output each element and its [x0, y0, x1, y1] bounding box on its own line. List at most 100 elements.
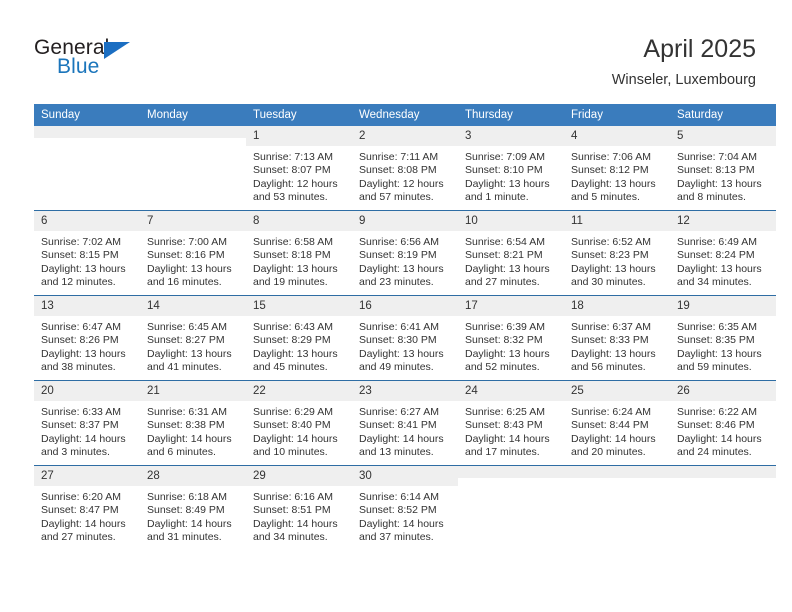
- daylight-text-line2: and 49 minutes.: [359, 361, 434, 374]
- day-details: Sunrise: 6:54 AM Sunset: 8:21 PM Daylight:…: [458, 231, 564, 290]
- sunrise-text: Sunrise: 7:00 AM: [147, 236, 227, 248]
- calendar-day-cell[interactable]: 9 Sunrise: 6:56 AM Sunset: 8:19 PM Daylight…: [352, 210, 458, 296]
- calendar-day-cell[interactable]: 12 Sunrise: 6:49 AM Sunset: 8:24 PM Dayligh…: [670, 210, 776, 296]
- calendar-day-cell[interactable]: 27 Sunrise: 6:20 AM Sunset: 8:47 PM Dayligh…: [34, 465, 140, 550]
- day-details: Sunrise: 6:29 AM Sunset: 8:40 PM Daylight:…: [246, 401, 352, 460]
- calendar-day-cell[interactable]: 4 Sunrise: 7:06 AM Sunset: 8:12 PM Daylight…: [564, 126, 670, 211]
- calendar-day-cell[interactable]: 20 Sunrise: 6:33 AM Sunset: 8:37 PM Dayligh…: [34, 380, 140, 466]
- day-details: Sunrise: 7:06 AM Sunset: 8:12 PM Daylight:…: [564, 146, 670, 205]
- daylight-text-line1: Daylight: 12 hours: [253, 177, 338, 190]
- day-details: Sunrise: 7:09 AM Sunset: 8:10 PM Daylight:…: [458, 146, 564, 205]
- calendar-day-cell[interactable]: 16 Sunrise: 6:41 AM Sunset: 8:30 PM Dayligh…: [352, 295, 458, 381]
- calendar-day-cell[interactable]: 28 Sunrise: 6:18 AM Sunset: 8:49 PM Dayligh…: [140, 465, 246, 550]
- daylight-text-line2: and 19 minutes.: [253, 276, 328, 289]
- daylight-text-line2: and 17 minutes.: [465, 446, 540, 459]
- calendar-body: 1 Sunrise: 7:13 AM Sunset: 8:07 PM Daylight…: [34, 126, 776, 550]
- daylight-text-line2: and 24 minutes.: [677, 446, 752, 459]
- calendar-day-cell[interactable]: 26 Sunrise: 6:22 AM Sunset: 8:46 PM Dayligh…: [670, 380, 776, 466]
- calendar-day-cell[interactable]: 30 Sunrise: 6:14 AM Sunset: 8:52 PM Dayligh…: [352, 465, 458, 550]
- calendar-day-cell[interactable]: 7 Sunrise: 7:00 AM Sunset: 8:16 PM Daylight…: [140, 210, 246, 296]
- sunset-text: Sunset: 8:23 PM: [571, 249, 649, 262]
- daylight-text-line2: and 1 minute.: [465, 191, 529, 204]
- day-number: [34, 126, 140, 138]
- daylight-text-line2: and 3 minutes.: [41, 446, 110, 459]
- sunrise-text: Sunrise: 6:22 AM: [677, 406, 757, 418]
- calendar-day-cell[interactable]: 21 Sunrise: 6:31 AM Sunset: 8:38 PM Dayligh…: [140, 380, 246, 466]
- sunset-text: Sunset: 8:21 PM: [465, 249, 543, 262]
- day-details: Sunrise: 6:14 AM Sunset: 8:52 PM Daylight:…: [352, 486, 458, 545]
- calendar-day-cell-empty: [670, 465, 776, 550]
- calendar-day-cell[interactable]: 14 Sunrise: 6:45 AM Sunset: 8:27 PM Dayligh…: [140, 295, 246, 381]
- sunrise-text: Sunrise: 6:33 AM: [41, 406, 121, 418]
- sunrise-text: Sunrise: 6:16 AM: [253, 491, 333, 503]
- daylight-text-line1: Daylight: 13 hours: [677, 347, 762, 360]
- sunrise-text: Sunrise: 7:04 AM: [677, 151, 757, 163]
- daylight-text-line1: Daylight: 14 hours: [147, 432, 232, 445]
- sunrise-text: Sunrise: 7:02 AM: [41, 236, 121, 248]
- daylight-text-line2: and 30 minutes.: [571, 276, 646, 289]
- day-details: Sunrise: 6:25 AM Sunset: 8:43 PM Daylight:…: [458, 401, 564, 460]
- day-details: Sunrise: 6:56 AM Sunset: 8:19 PM Daylight:…: [352, 231, 458, 290]
- day-number: 21: [140, 381, 246, 401]
- calendar-day-cell[interactable]: 8 Sunrise: 6:58 AM Sunset: 8:18 PM Daylight…: [246, 210, 352, 296]
- calendar-day-cell[interactable]: 10 Sunrise: 6:54 AM Sunset: 8:21 PM Dayligh…: [458, 210, 564, 296]
- calendar-day-cell[interactable]: 17 Sunrise: 6:39 AM Sunset: 8:32 PM Dayligh…: [458, 295, 564, 381]
- sunset-text: Sunset: 8:41 PM: [359, 419, 437, 432]
- calendar-day-cell[interactable]: 3 Sunrise: 7:09 AM Sunset: 8:10 PM Daylight…: [458, 126, 564, 211]
- sunrise-text: Sunrise: 6:18 AM: [147, 491, 227, 503]
- calendar-day-cell[interactable]: 29 Sunrise: 6:16 AM Sunset: 8:51 PM Dayligh…: [246, 465, 352, 550]
- calendar-day-cell[interactable]: 13 Sunrise: 6:47 AM Sunset: 8:26 PM Dayligh…: [34, 295, 140, 381]
- day-details: Sunrise: 6:31 AM Sunset: 8:38 PM Daylight:…: [140, 401, 246, 460]
- day-number: [458, 466, 564, 478]
- daylight-text-line1: Daylight: 13 hours: [571, 177, 656, 190]
- day-number: 9: [352, 211, 458, 231]
- general-blue-logo[interactable]: General Blue: [34, 36, 154, 84]
- day-details: Sunrise: 6:27 AM Sunset: 8:41 PM Daylight:…: [352, 401, 458, 460]
- calendar-day-cell[interactable]: 19 Sunrise: 6:35 AM Sunset: 8:35 PM Dayligh…: [670, 295, 776, 381]
- sunset-text: Sunset: 8:30 PM: [359, 334, 437, 347]
- calendar-week-row: 13 Sunrise: 6:47 AM Sunset: 8:26 PM Dayligh…: [34, 295, 776, 381]
- calendar-day-cell[interactable]: 6 Sunrise: 7:02 AM Sunset: 8:15 PM Daylight…: [34, 210, 140, 296]
- logo-text-blue: Blue: [57, 55, 100, 78]
- day-number: [140, 126, 246, 138]
- sunset-text: Sunset: 8:19 PM: [359, 249, 437, 262]
- sunset-text: Sunset: 8:18 PM: [253, 249, 331, 262]
- sunrise-text: Sunrise: 6:49 AM: [677, 236, 757, 248]
- calendar-day-cell[interactable]: 24 Sunrise: 6:25 AM Sunset: 8:43 PM Dayligh…: [458, 380, 564, 466]
- daylight-text-line1: Daylight: 14 hours: [359, 517, 444, 530]
- daylight-text-line1: Daylight: 14 hours: [41, 517, 126, 530]
- daylight-text-line1: Daylight: 13 hours: [359, 262, 444, 275]
- day-number: 23: [352, 381, 458, 401]
- daylight-text-line1: Daylight: 13 hours: [465, 347, 550, 360]
- calendar-day-cell[interactable]: 15 Sunrise: 6:43 AM Sunset: 8:29 PM Dayligh…: [246, 295, 352, 381]
- daylight-text-line2: and 27 minutes.: [465, 276, 540, 289]
- sunrise-text: Sunrise: 7:09 AM: [465, 151, 545, 163]
- calendar-day-cell[interactable]: 23 Sunrise: 6:27 AM Sunset: 8:41 PM Dayligh…: [352, 380, 458, 466]
- calendar-day-cell[interactable]: 2 Sunrise: 7:11 AM Sunset: 8:08 PM Daylight…: [352, 126, 458, 211]
- sunset-text: Sunset: 8:38 PM: [147, 419, 225, 432]
- daylight-text-line1: Daylight: 14 hours: [465, 432, 550, 445]
- daylight-text-line1: Daylight: 14 hours: [253, 517, 338, 530]
- day-number: 29: [246, 466, 352, 486]
- triangle-icon: [104, 42, 130, 59]
- calendar-day-cell[interactable]: 25 Sunrise: 6:24 AM Sunset: 8:44 PM Dayligh…: [564, 380, 670, 466]
- day-details: Sunrise: 6:33 AM Sunset: 8:37 PM Daylight:…: [34, 401, 140, 460]
- daylight-text-line1: Daylight: 13 hours: [359, 347, 444, 360]
- sunset-text: Sunset: 8:43 PM: [465, 419, 543, 432]
- daylight-text-line2: and 27 minutes.: [41, 531, 116, 544]
- day-details: Sunrise: 6:58 AM Sunset: 8:18 PM Daylight:…: [246, 231, 352, 290]
- day-number: 7: [140, 211, 246, 231]
- sunrise-text: Sunrise: 6:37 AM: [571, 321, 651, 333]
- calendar-day-cell[interactable]: 22 Sunrise: 6:29 AM Sunset: 8:40 PM Dayligh…: [246, 380, 352, 466]
- calendar-week-row: 27 Sunrise: 6:20 AM Sunset: 8:47 PM Dayligh…: [34, 465, 776, 550]
- day-number: 5: [670, 126, 776, 146]
- calendar-day-cell[interactable]: 1 Sunrise: 7:13 AM Sunset: 8:07 PM Daylight…: [246, 126, 352, 211]
- sunrise-text: Sunrise: 6:52 AM: [571, 236, 651, 248]
- sunset-text: Sunset: 8:51 PM: [253, 504, 331, 517]
- calendar-day-cell[interactable]: 18 Sunrise: 6:37 AM Sunset: 8:33 PM Dayligh…: [564, 295, 670, 381]
- day-details: Sunrise: 6:52 AM Sunset: 8:23 PM Daylight:…: [564, 231, 670, 290]
- calendar-day-cell[interactable]: 11 Sunrise: 6:52 AM Sunset: 8:23 PM Dayligh…: [564, 210, 670, 296]
- day-number: 8: [246, 211, 352, 231]
- calendar-day-cell[interactable]: 5 Sunrise: 7:04 AM Sunset: 8:13 PM Daylight…: [670, 126, 776, 211]
- daylight-text-line2: and 53 minutes.: [253, 191, 328, 204]
